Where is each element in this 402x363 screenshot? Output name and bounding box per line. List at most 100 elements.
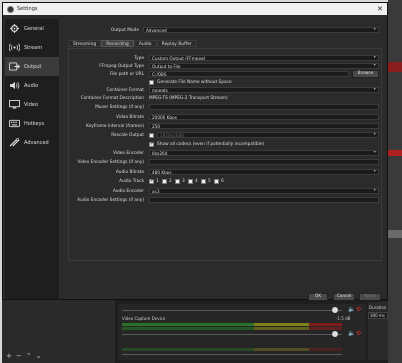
duration-label: Duration <box>369 305 387 310</box>
sidebar-item-label: Hotkeys <box>24 120 45 127</box>
show-all-codecs-label: Show all codecs (even if potentially inc… <box>157 142 265 147</box>
muxer-settings-label: Muxer Settings (if any) <box>95 105 144 110</box>
audio-track-6-checkbox[interactable] <box>214 179 219 184</box>
background-app-strip <box>388 0 402 363</box>
recording-panel: Type Custom Output (FFmpeg) FFmpeg Outpu… <box>68 48 382 261</box>
output-mode-label: Output Mode <box>111 28 139 33</box>
video-encoder-settings-input[interactable] <box>149 159 379 165</box>
volume-knob[interactable] <box>332 307 338 313</box>
gear-icon <box>9 24 20 33</box>
ffmpeg-output-type-select[interactable]: Output to File <box>149 63 379 69</box>
settings-sidebar: General Stream Output Audio Video Hotkey… <box>5 19 59 299</box>
audio-track-4-label: 4 <box>195 179 198 184</box>
browse-button[interactable]: Browse <box>352 70 379 78</box>
sidebar-item-output[interactable]: Output <box>5 57 59 76</box>
keyframe-interval-label: Keyframe interval (frames) <box>86 124 144 129</box>
audio-track-6-label: 6 <box>221 179 224 184</box>
volume-meter <box>122 323 342 326</box>
generate-name-checkbox[interactable] <box>149 80 154 85</box>
scenes-panel: + − ⌃ ⌄ <box>2 300 115 363</box>
gear-icon[interactable]: ⚙ <box>356 306 361 313</box>
close-icon[interactable]: ✕ <box>373 5 387 13</box>
video-bitrate-input[interactable]: 20000 Kbps <box>149 114 379 120</box>
sidebar-item-stream[interactable]: Stream <box>5 38 59 57</box>
chevron-down-icon[interactable]: ⌄ <box>36 352 42 360</box>
sidebar-item-video[interactable]: Video <box>5 95 59 114</box>
volume-meter <box>122 327 342 330</box>
volume-meter <box>122 348 342 351</box>
audio-encoder-label: Audio Encoder <box>112 189 144 194</box>
volume-slider[interactable] <box>122 310 342 311</box>
keyboard-icon <box>9 119 20 128</box>
keyframe-interval-input[interactable]: 250 <box>149 123 379 129</box>
sidebar-item-audio[interactable]: Audio <box>5 76 59 95</box>
speaker-icon[interactable]: 🔈 <box>348 330 355 337</box>
audio-track-2-label: 2 <box>169 179 172 184</box>
obs-logo-icon <box>7 5 14 13</box>
audio-track-2-checkbox[interactable] <box>162 179 167 184</box>
tab-streaming[interactable]: Streaming <box>68 40 102 47</box>
video-encoder-settings-label: Video Encoder Settings (if any) <box>77 160 144 165</box>
obs-dock: + − ⌃ ⌄ 🔈 ⚙ Video Capture Device -1.5 dB… <box>2 300 388 363</box>
title-bar[interactable]: Settings ✕ <box>3 3 387 15</box>
sidebar-item-general[interactable]: General <box>5 19 59 38</box>
audio-track-1-checkbox[interactable] <box>149 178 154 184</box>
audio-track-3-label: 3 <box>182 179 185 184</box>
audio-track-1-label: 1 <box>156 179 159 184</box>
audio-track-5-checkbox[interactable] <box>201 179 206 184</box>
output-mode-select[interactable]: Advanced <box>143 27 379 33</box>
sidebar-item-advanced[interactable]: Advanced <box>5 133 59 152</box>
settings-content: Output Mode Advanced Streaming Recording… <box>63 19 385 301</box>
gear-icon[interactable]: ⚙ <box>356 330 361 337</box>
audio-mixer: 🔈 ⚙ Video Capture Device -1.5 dB 🔈 ⚙ <box>118 304 366 360</box>
audio-encoder-settings-label: Audio Encoder Settings (if any) <box>77 198 144 203</box>
chevron-up-icon[interactable]: ⌃ <box>26 352 32 360</box>
ffmpeg-output-type-label: FFmpeg Output Type <box>99 64 144 69</box>
type-select[interactable]: Custom Output (FFmpeg) <box>149 55 379 61</box>
sidebar-item-label: General <box>24 25 44 32</box>
audio-encoder-settings-input[interactable] <box>149 197 379 203</box>
container-desc-label: Container Format Description <box>80 96 144 101</box>
sidebar-item-label: Stream <box>24 44 43 51</box>
tab-audio[interactable]: Audio <box>133 40 157 47</box>
tab-replay-buffer[interactable]: Replay Buffer <box>156 40 197 47</box>
container-desc-value: MPEG-TS (MPEG-2 Transport Stream) <box>149 96 228 101</box>
rescale-output-label: Rescale Output <box>111 133 144 138</box>
audio-track-4-checkbox[interactable] <box>188 179 193 184</box>
add-icon[interactable]: + <box>6 352 12 360</box>
background-block <box>388 230 402 238</box>
tab-recording[interactable]: Recording <box>101 40 134 47</box>
audio-track-3-checkbox[interactable] <box>175 179 180 184</box>
audio-track-label: Audio Track <box>119 179 144 184</box>
audio-track-5-label: 5 <box>208 179 211 184</box>
sidebar-item-label: Advanced <box>24 139 49 146</box>
scene-controls: + − ⌃ ⌄ <box>6 352 42 360</box>
muxer-settings-input[interactable] <box>149 104 379 110</box>
duration-input[interactable]: 300 ms <box>368 312 388 319</box>
show-all-codecs-checkbox[interactable] <box>149 141 154 147</box>
background-block <box>388 150 402 156</box>
file-path-label: File path or URL <box>110 72 144 77</box>
sidebar-item-hotkeys[interactable]: Hotkeys <box>5 114 59 133</box>
remove-icon[interactable]: − <box>16 352 22 360</box>
speaker-icon[interactable]: 🔈 <box>348 306 355 313</box>
monitor-icon <box>9 100 20 109</box>
video-encoder-label: Video Encoder <box>113 151 144 156</box>
rescale-output-select[interactable]: 1920x1080 <box>157 132 379 138</box>
video-bitrate-label: Video Bitrate <box>116 115 144 120</box>
sidebar-item-label: Audio <box>24 82 39 89</box>
rescale-output-checkbox[interactable] <box>149 133 154 138</box>
volume-slider[interactable] <box>122 354 342 355</box>
container-format-select[interactable]: mpegts <box>149 87 379 93</box>
output-icon <box>9 62 20 71</box>
window-title: Settings <box>17 6 38 12</box>
volume-slider[interactable] <box>122 334 342 335</box>
volume-knob[interactable] <box>332 331 338 337</box>
video-encoder-select[interactable]: libx264 <box>149 150 379 156</box>
mixer-track-name: Video Capture Device <box>122 316 166 321</box>
type-label: Type <box>134 56 144 61</box>
audio-encoder-select[interactable]: ac3 <box>149 188 379 194</box>
sidebar-item-label: Video <box>24 101 39 108</box>
audio-bitrate-select[interactable]: 480 Kbps <box>149 169 379 175</box>
file-path-input[interactable]: C:/OBS <box>149 71 349 77</box>
